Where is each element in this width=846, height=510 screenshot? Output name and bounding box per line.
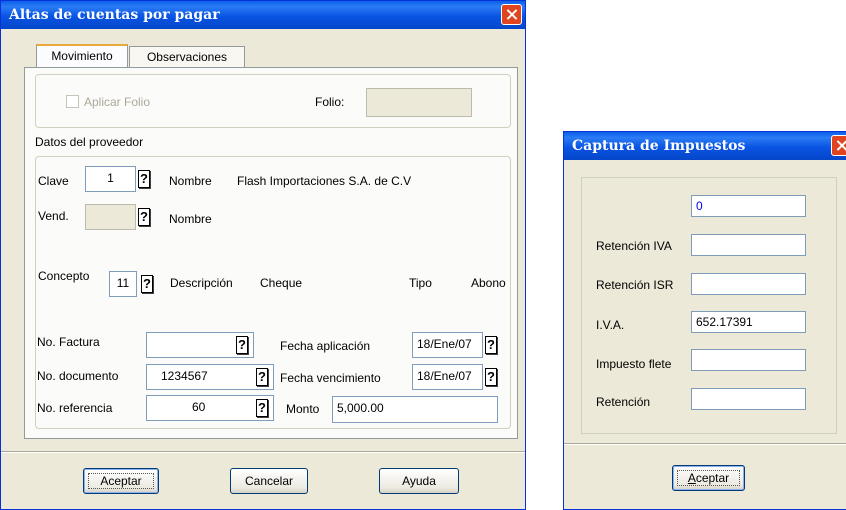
main-window-title: Altas de cuentas por pagar <box>9 7 220 23</box>
tax-close-icon[interactable] <box>831 135 846 156</box>
nombre-value: Flash Importaciones S.A. de C.V <box>237 174 412 188</box>
vend-label: Vend. <box>38 209 69 223</box>
referencia-label: No. referencia <box>37 401 113 415</box>
concepto-lookup-button[interactable]: ? <box>141 275 153 293</box>
folio-field[interactable] <box>366 88 472 117</box>
iva-label: I.V.A. <box>596 318 625 332</box>
aplicar-folio-label: Aplicar Folio <box>84 95 151 109</box>
tab-movimiento[interactable]: Movimiento <box>36 44 128 68</box>
main-separator <box>1 451 525 453</box>
tab-observaciones-label: Observaciones <box>146 50 228 64</box>
documento-label: No. documento <box>37 369 119 383</box>
tax-accept-button[interactable]: Aceptar <box>672 465 745 491</box>
vend-field[interactable] <box>85 204 136 230</box>
tab-movimiento-label: Movimiento <box>51 49 113 63</box>
accept-button[interactable]: Aceptar <box>83 468 159 494</box>
impuesto-flete-label: Impuesto flete <box>596 357 672 371</box>
fecha-aplicacion-field[interactable]: 18/Ene/07 <box>412 332 483 358</box>
concepto-label: Concepto <box>38 269 90 283</box>
monto-label: Monto <box>286 402 320 416</box>
help-button[interactable]: Ayuda <box>379 468 459 494</box>
fecha-aplicacion-lookup-button[interactable]: ? <box>485 336 497 354</box>
factura-label: No. Factura <box>37 335 100 349</box>
retencion-iva-field[interactable] <box>691 234 806 256</box>
vend-nombre-label: Nombre <box>169 212 212 226</box>
tipo-value: Abono <box>471 276 506 290</box>
fecha-aplicacion-label: Fecha aplicación <box>280 339 371 353</box>
descripcion-value: Cheque <box>260 276 303 290</box>
nombre-label: Nombre <box>169 174 212 188</box>
retencion-field[interactable] <box>691 388 806 410</box>
close-icon[interactable] <box>501 4 522 25</box>
tax-dialog: Captura de Impuestos 0 Retención IVA Ret… <box>563 131 846 510</box>
tipo-label: Tipo <box>409 276 432 290</box>
fecha-vencimiento-field[interactable]: 18/Ene/07 <box>412 364 483 390</box>
retencion-isr-field[interactable] <box>691 273 806 295</box>
help-button-label: Ayuda <box>402 474 436 488</box>
descripcion-label: Descripción <box>170 276 233 290</box>
factura-lookup-button[interactable]: ? <box>236 336 248 354</box>
clave-lookup-button[interactable]: ? <box>138 170 150 188</box>
retencion-iva-label: Retención IVA <box>596 239 672 253</box>
monto-field[interactable]: 5,000.00 <box>332 396 498 423</box>
tab-observaciones[interactable]: Observaciones <box>129 46 245 68</box>
fecha-vencimiento-lookup-button[interactable]: ? <box>485 368 497 386</box>
main-title-bar[interactable]: Altas de cuentas por pagar <box>1 1 525 29</box>
tax-separator <box>564 443 846 445</box>
main-window: Altas de cuentas por pagar Movimiento Ob… <box>0 0 526 510</box>
tax-title-bar[interactable]: Captura de Impuestos <box>564 132 846 160</box>
documento-field[interactable]: 1234567 <box>146 364 274 390</box>
fecha-vencimiento-label: Fecha vencimiento <box>280 371 381 385</box>
iva-field[interactable]: 652.17391 <box>691 311 806 333</box>
referencia-field[interactable]: 60 <box>146 395 274 421</box>
impuesto-flete-field[interactable] <box>691 349 806 371</box>
clave-label: Clave <box>38 174 69 188</box>
referencia-lookup-button[interactable]: ? <box>256 399 268 417</box>
tax-first-field[interactable]: 0 <box>691 195 806 217</box>
concepto-field[interactable]: 11 <box>109 271 137 297</box>
aplicar-folio-checkbox[interactable] <box>66 95 79 108</box>
cancel-button-label: Cancelar <box>244 474 294 488</box>
vend-lookup-button[interactable]: ? <box>138 208 150 226</box>
retencion-isr-label: Retención ISR <box>596 278 674 292</box>
clave-field[interactable]: 1 <box>85 166 136 192</box>
tax-dialog-title: Captura de Impuestos <box>572 138 746 154</box>
folio-label: Folio: <box>315 95 345 109</box>
retencion-label: Retención <box>596 395 651 409</box>
documento-lookup-button[interactable]: ? <box>256 368 268 386</box>
cancel-button[interactable]: Cancelar <box>230 468 308 494</box>
proveedor-section-title: Datos del proveedor <box>35 135 144 149</box>
tab-panel: Aplicar Folio Folio: Datos del proveedor… <box>24 67 518 439</box>
